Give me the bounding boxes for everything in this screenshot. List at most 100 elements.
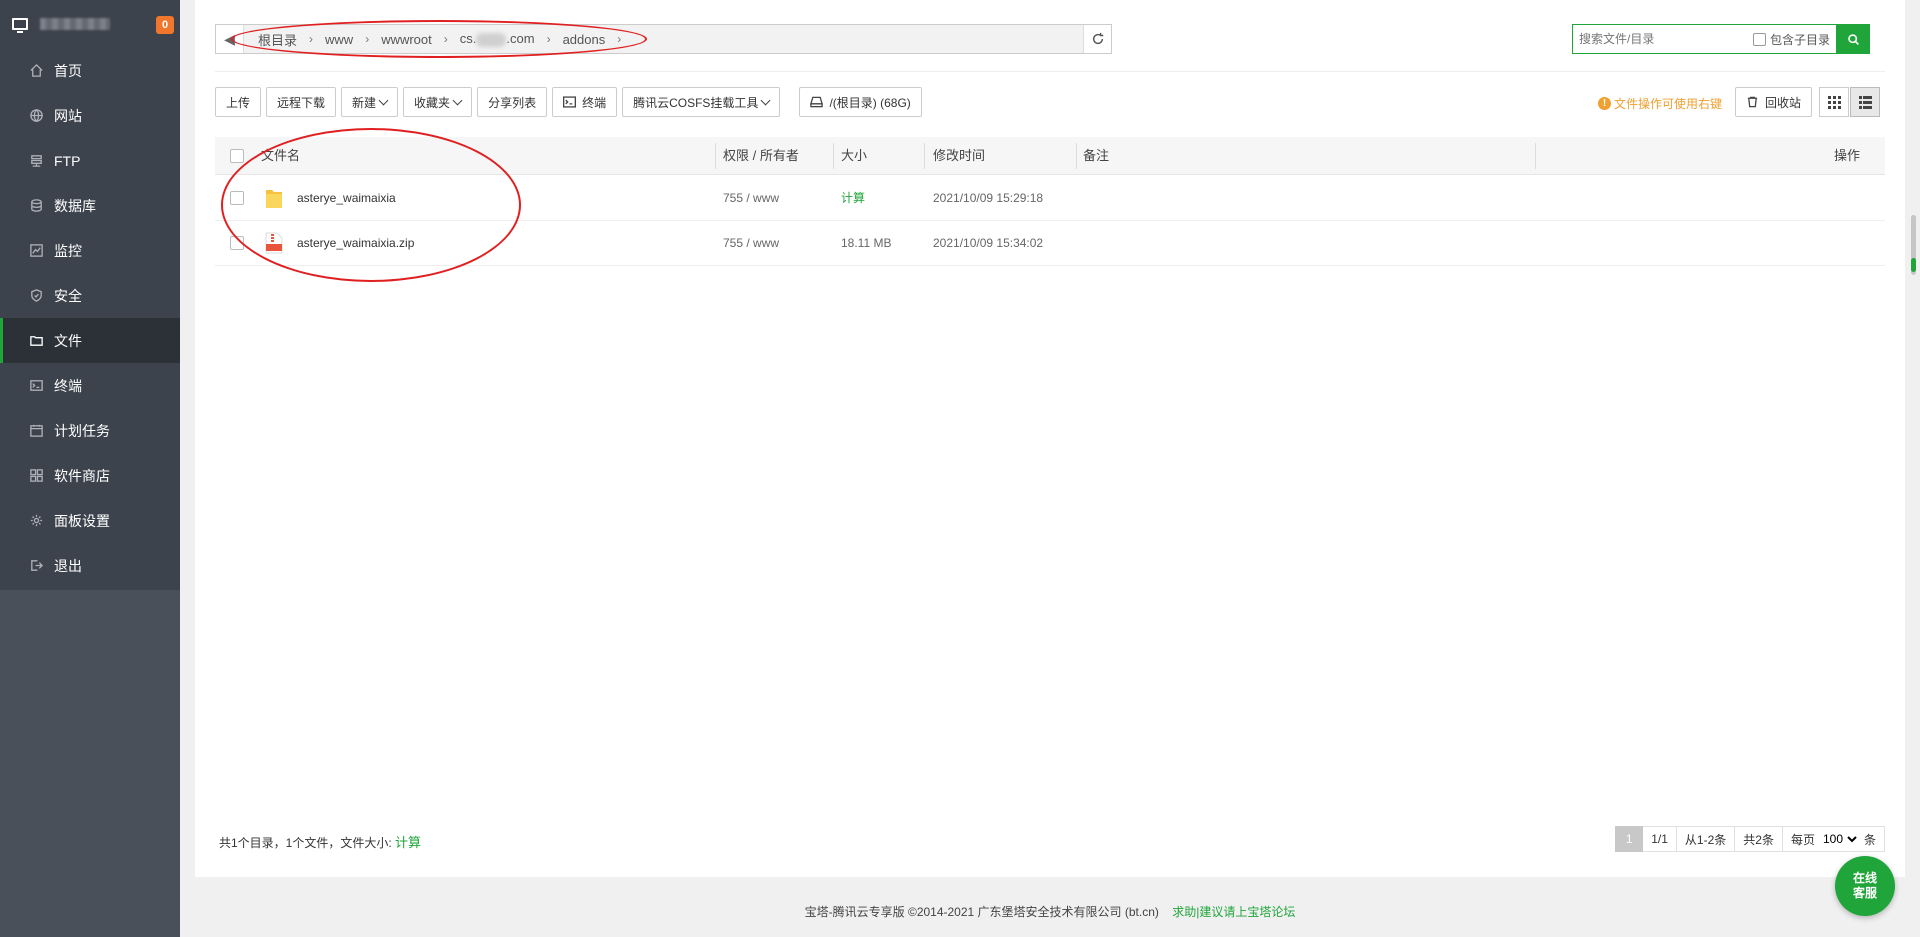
- new-dropdown-button[interactable]: 新建: [341, 87, 399, 117]
- terminal-button[interactable]: 终端: [552, 87, 618, 117]
- sidebar-item-label: 首页: [54, 62, 82, 79]
- sidebar-item-label: FTP: [54, 152, 81, 169]
- upload-button[interactable]: 上传: [215, 87, 262, 117]
- back-button[interactable]: ◀: [216, 25, 244, 53]
- column-divider: [715, 143, 716, 169]
- row-checkbox[interactable]: [230, 236, 244, 250]
- upload-label: 上传: [226, 95, 251, 110]
- crumb-domain[interactable]: cs. .com: [454, 31, 541, 47]
- crumb-domain-prefix: cs.: [459, 31, 477, 47]
- chevron-right-icon: ›: [309, 32, 314, 46]
- col-header-size[interactable]: 大小: [841, 137, 867, 175]
- chat-line1: 在线: [1852, 871, 1877, 885]
- refresh-button[interactable]: [1083, 25, 1111, 53]
- toolbar-gap: [785, 87, 799, 117]
- sidebar-item-home[interactable]: 首页: [0, 48, 180, 93]
- chevron-down-icon: [378, 95, 389, 105]
- share-list-label: 分享列表: [488, 95, 537, 110]
- column-divider: [924, 143, 925, 169]
- zip-file-icon: [265, 232, 283, 254]
- sidebar-item-app-store[interactable]: 软件商店: [0, 453, 180, 498]
- file-table-header: 文件名 权限 / 所有者 大小 修改时间 备注 操作: [215, 137, 1885, 175]
- notification-badge[interactable]: 0: [156, 16, 174, 34]
- recycle-bin-label: 回收站: [1765, 95, 1802, 110]
- per-page-select[interactable]: 100: [1818, 831, 1860, 847]
- row-checkbox[interactable]: [230, 191, 244, 205]
- summary-text: 共1个目录，1个文件，文件大小:: [219, 836, 392, 850]
- sidebar-item-label: 安全: [54, 287, 82, 304]
- table-row[interactable]: asterye_waimaixia 755 / www 计算 2021/10/0…: [215, 176, 1885, 221]
- sidebar: 0 首页 网站 FTP 数据库 监控 安全 文件 终端 计划任务 软件商店 面板…: [0, 0, 180, 937]
- col-header-perm[interactable]: 权限 / 所有者: [723, 137, 799, 175]
- crumb-addons[interactable]: addons: [557, 32, 612, 47]
- sidebar-item-files[interactable]: 文件: [0, 318, 180, 363]
- file-perm[interactable]: 755 / www: [723, 176, 779, 221]
- sidebar-item-website[interactable]: 网站: [0, 93, 180, 138]
- terminal-label: 终端: [582, 95, 607, 110]
- list-view-button[interactable]: [1850, 87, 1880, 117]
- sidebar-item-monitor[interactable]: 监控: [0, 228, 180, 273]
- crumb-wwwroot[interactable]: wwwroot: [375, 32, 438, 47]
- right-click-tip: ! 文件操作可使用右键: [1598, 95, 1722, 112]
- recycle-bin-button[interactable]: 回收站: [1735, 87, 1813, 117]
- online-support-button[interactable]: 在线 客服: [1835, 856, 1895, 916]
- copyright-text: 宝塔-腾讯云专享版 ©2014-2021 广东堡塔安全技术有限公司 (bt.cn…: [804, 905, 1159, 919]
- sidebar-item-label: 面板设置: [54, 512, 110, 529]
- cosfs-dropdown-button[interactable]: 腾讯云COSFS挂载工具: [622, 87, 781, 117]
- refresh-icon: [1092, 32, 1103, 45]
- page-current[interactable]: 1: [1615, 826, 1644, 852]
- share-list-button[interactable]: 分享列表: [477, 87, 548, 117]
- sidebar-item-database[interactable]: 数据库: [0, 183, 180, 228]
- sidebar-item-cron[interactable]: 计划任务: [0, 408, 180, 453]
- sidebar-item-terminal[interactable]: 终端: [0, 363, 180, 408]
- calc-size-link[interactable]: 计算: [841, 176, 865, 221]
- per-page-unit: 条: [1863, 832, 1876, 847]
- cosfs-label: 腾讯云COSFS挂载工具: [633, 95, 759, 110]
- sidebar-item-label: 终端: [54, 377, 82, 394]
- file-mtime: 2021/10/09 15:29:18: [933, 191, 1044, 205]
- sidebar-header: 0: [0, 0, 180, 48]
- include-subdir-option[interactable]: 包含子目录: [1752, 31, 1836, 48]
- sidebar-menu: 首页 网站 FTP 数据库 监控 安全 文件 终端 计划任务 软件商店 面板设置…: [0, 48, 180, 588]
- divider: [215, 71, 1885, 72]
- new-label: 新建: [352, 95, 377, 110]
- table-row[interactable]: asterye_waimaixia.zip 755 / www 18.11 MB…: [215, 221, 1885, 266]
- col-header-mtime[interactable]: 修改时间: [933, 137, 985, 175]
- select-all-checkbox[interactable]: [230, 149, 244, 163]
- search-input[interactable]: [1573, 25, 1753, 53]
- include-subdir-checkbox[interactable]: [1752, 32, 1766, 46]
- crumb-domain-suffix: .com: [506, 31, 535, 47]
- hard-disk-icon: [810, 96, 824, 108]
- forum-link[interactable]: 求助|建议请上宝塔论坛: [1172, 905, 1295, 919]
- sidebar-item-ftp[interactable]: FTP: [0, 138, 180, 183]
- info-icon: !: [1598, 97, 1611, 110]
- sidebar-item-panel-settings[interactable]: 面板设置: [0, 498, 180, 543]
- file-perm[interactable]: 755 / www: [723, 221, 779, 266]
- sidebar-item-logout[interactable]: 退出: [0, 543, 180, 588]
- grid-view-button[interactable]: [1819, 87, 1849, 117]
- file-name[interactable]: asterye_waimaixia.zip: [297, 221, 414, 266]
- disk-button[interactable]: /(根目录) (68G): [799, 87, 922, 117]
- crumb-root[interactable]: 根目录: [252, 30, 303, 49]
- column-divider: [1535, 143, 1536, 169]
- search-button[interactable]: [1836, 24, 1870, 54]
- chevron-right-icon: ›: [546, 32, 551, 46]
- calc-total-size-link[interactable]: 计算: [395, 835, 421, 850]
- file-name[interactable]: asterye_waimaixia: [297, 176, 396, 221]
- terminal-icon: [563, 96, 577, 108]
- favorites-dropdown-button[interactable]: 收藏夹: [403, 87, 473, 117]
- disk-label: /(根目录) (68G): [829, 95, 911, 110]
- crumb-www[interactable]: www: [319, 32, 359, 47]
- sidebar-item-label: 数据库: [54, 197, 96, 214]
- column-divider: [833, 143, 834, 169]
- sidebar-item-security[interactable]: 安全: [0, 273, 180, 318]
- sidebar-empty-area: [0, 590, 180, 937]
- path-bar: ◀ 根目录 › www › wwwroot › cs. .com › addons…: [215, 24, 1112, 54]
- favorites-label: 收藏夹: [414, 95, 451, 110]
- col-header-ops: 操作: [1834, 148, 1861, 163]
- chevron-right-icon: ›: [617, 32, 622, 46]
- scrollbar-indicator: [1911, 258, 1916, 272]
- remote-download-button[interactable]: 远程下载: [266, 87, 337, 117]
- per-page: 每页 100 条: [1782, 826, 1885, 852]
- col-header-name[interactable]: 文件名: [261, 137, 300, 175]
